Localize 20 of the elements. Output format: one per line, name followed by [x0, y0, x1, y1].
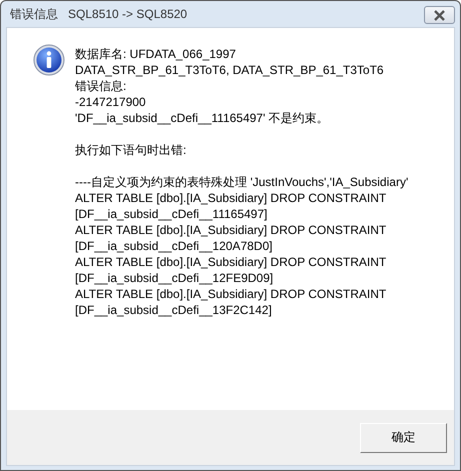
message-line: ALTER TABLE [dbo].[IA_Subsidiary] DROP CONSTRAINT — [75, 254, 388, 270]
message-line: DATA_STR_BP_61_T3ToT6, DATA_STR_BP_61_T3ToT6 — [75, 62, 385, 78]
ok-button[interactable]: 确定 — [360, 422, 447, 452]
message-line: [DF__ia_subsid__cDefi__120A78D0] — [75, 238, 274, 254]
info-icon — [33, 44, 65, 76]
window-title: 错误信息 SQL8510 -> SQL8520 — [9, 6, 188, 22]
close-button[interactable] — [424, 6, 455, 24]
message-line: 执行如下语句时出错: — [75, 142, 188, 158]
message-line: ----自定义项为约束的表特殊处理 'JustInVouchs','IA_Subsidiary' — [75, 174, 408, 190]
message-line: ALTER TABLE [dbo].[IA_Subsidiary] DROP CONSTRAINT — [75, 286, 388, 302]
close-icon — [433, 10, 446, 20]
message-line: [DF__ia_subsid__cDefi__13F2C142] — [75, 302, 273, 318]
message-line: 'DF__ia_subsid__cDefi__11165497' 不是约束。 — [75, 110, 330, 126]
message-line: [DF__ia_subsid__cDefi__12FE9D09] — [75, 270, 274, 286]
message-line: -2147217900 — [75, 94, 147, 110]
message-line: ALTER TABLE [dbo].[IA_Subsidiary] DROP CONSTRAINT — [75, 190, 388, 206]
message-line: [DF__ia_subsid__cDefi__11165497] — [75, 206, 268, 222]
message-line: 数据库名: UFDATA_066_1997 — [75, 46, 237, 62]
message-line: ALTER TABLE [dbo].[IA_Subsidiary] DROP CONSTRAINT — [75, 222, 388, 238]
message-line: 错误信息: — [75, 78, 128, 94]
